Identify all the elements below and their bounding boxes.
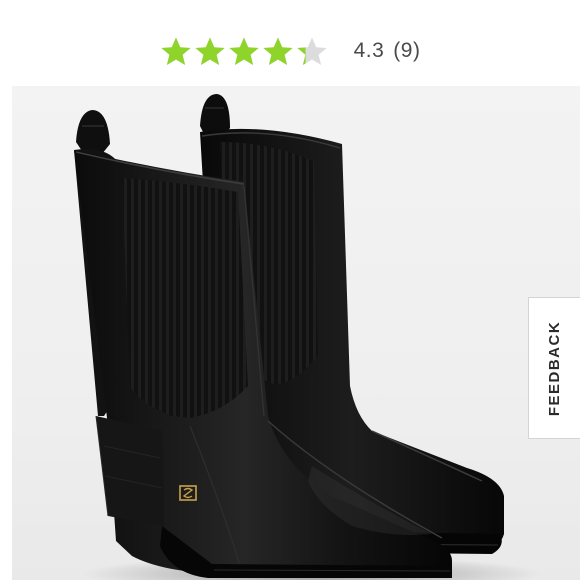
feedback-label: FEEDBACK	[546, 320, 563, 416]
star-rating	[160, 36, 328, 67]
star-icon	[296, 36, 328, 67]
feedback-tab[interactable]: FEEDBACK	[528, 297, 580, 439]
star-icon	[160, 36, 192, 67]
product-page: 4.3 (9) FEEDBACK	[0, 0, 580, 580]
rating-summary[interactable]: 4.3 (9)	[0, 28, 580, 74]
product-photo[interactable]	[12, 86, 580, 580]
star-icon	[228, 36, 260, 67]
star-icon	[194, 36, 226, 67]
rating-text: 4.3 (9)	[354, 39, 421, 63]
star-icon	[262, 36, 294, 67]
rating-score: 4.3	[353, 39, 385, 62]
boots-illustration	[74, 94, 542, 580]
review-count[interactable]: (9)	[393, 39, 420, 63]
